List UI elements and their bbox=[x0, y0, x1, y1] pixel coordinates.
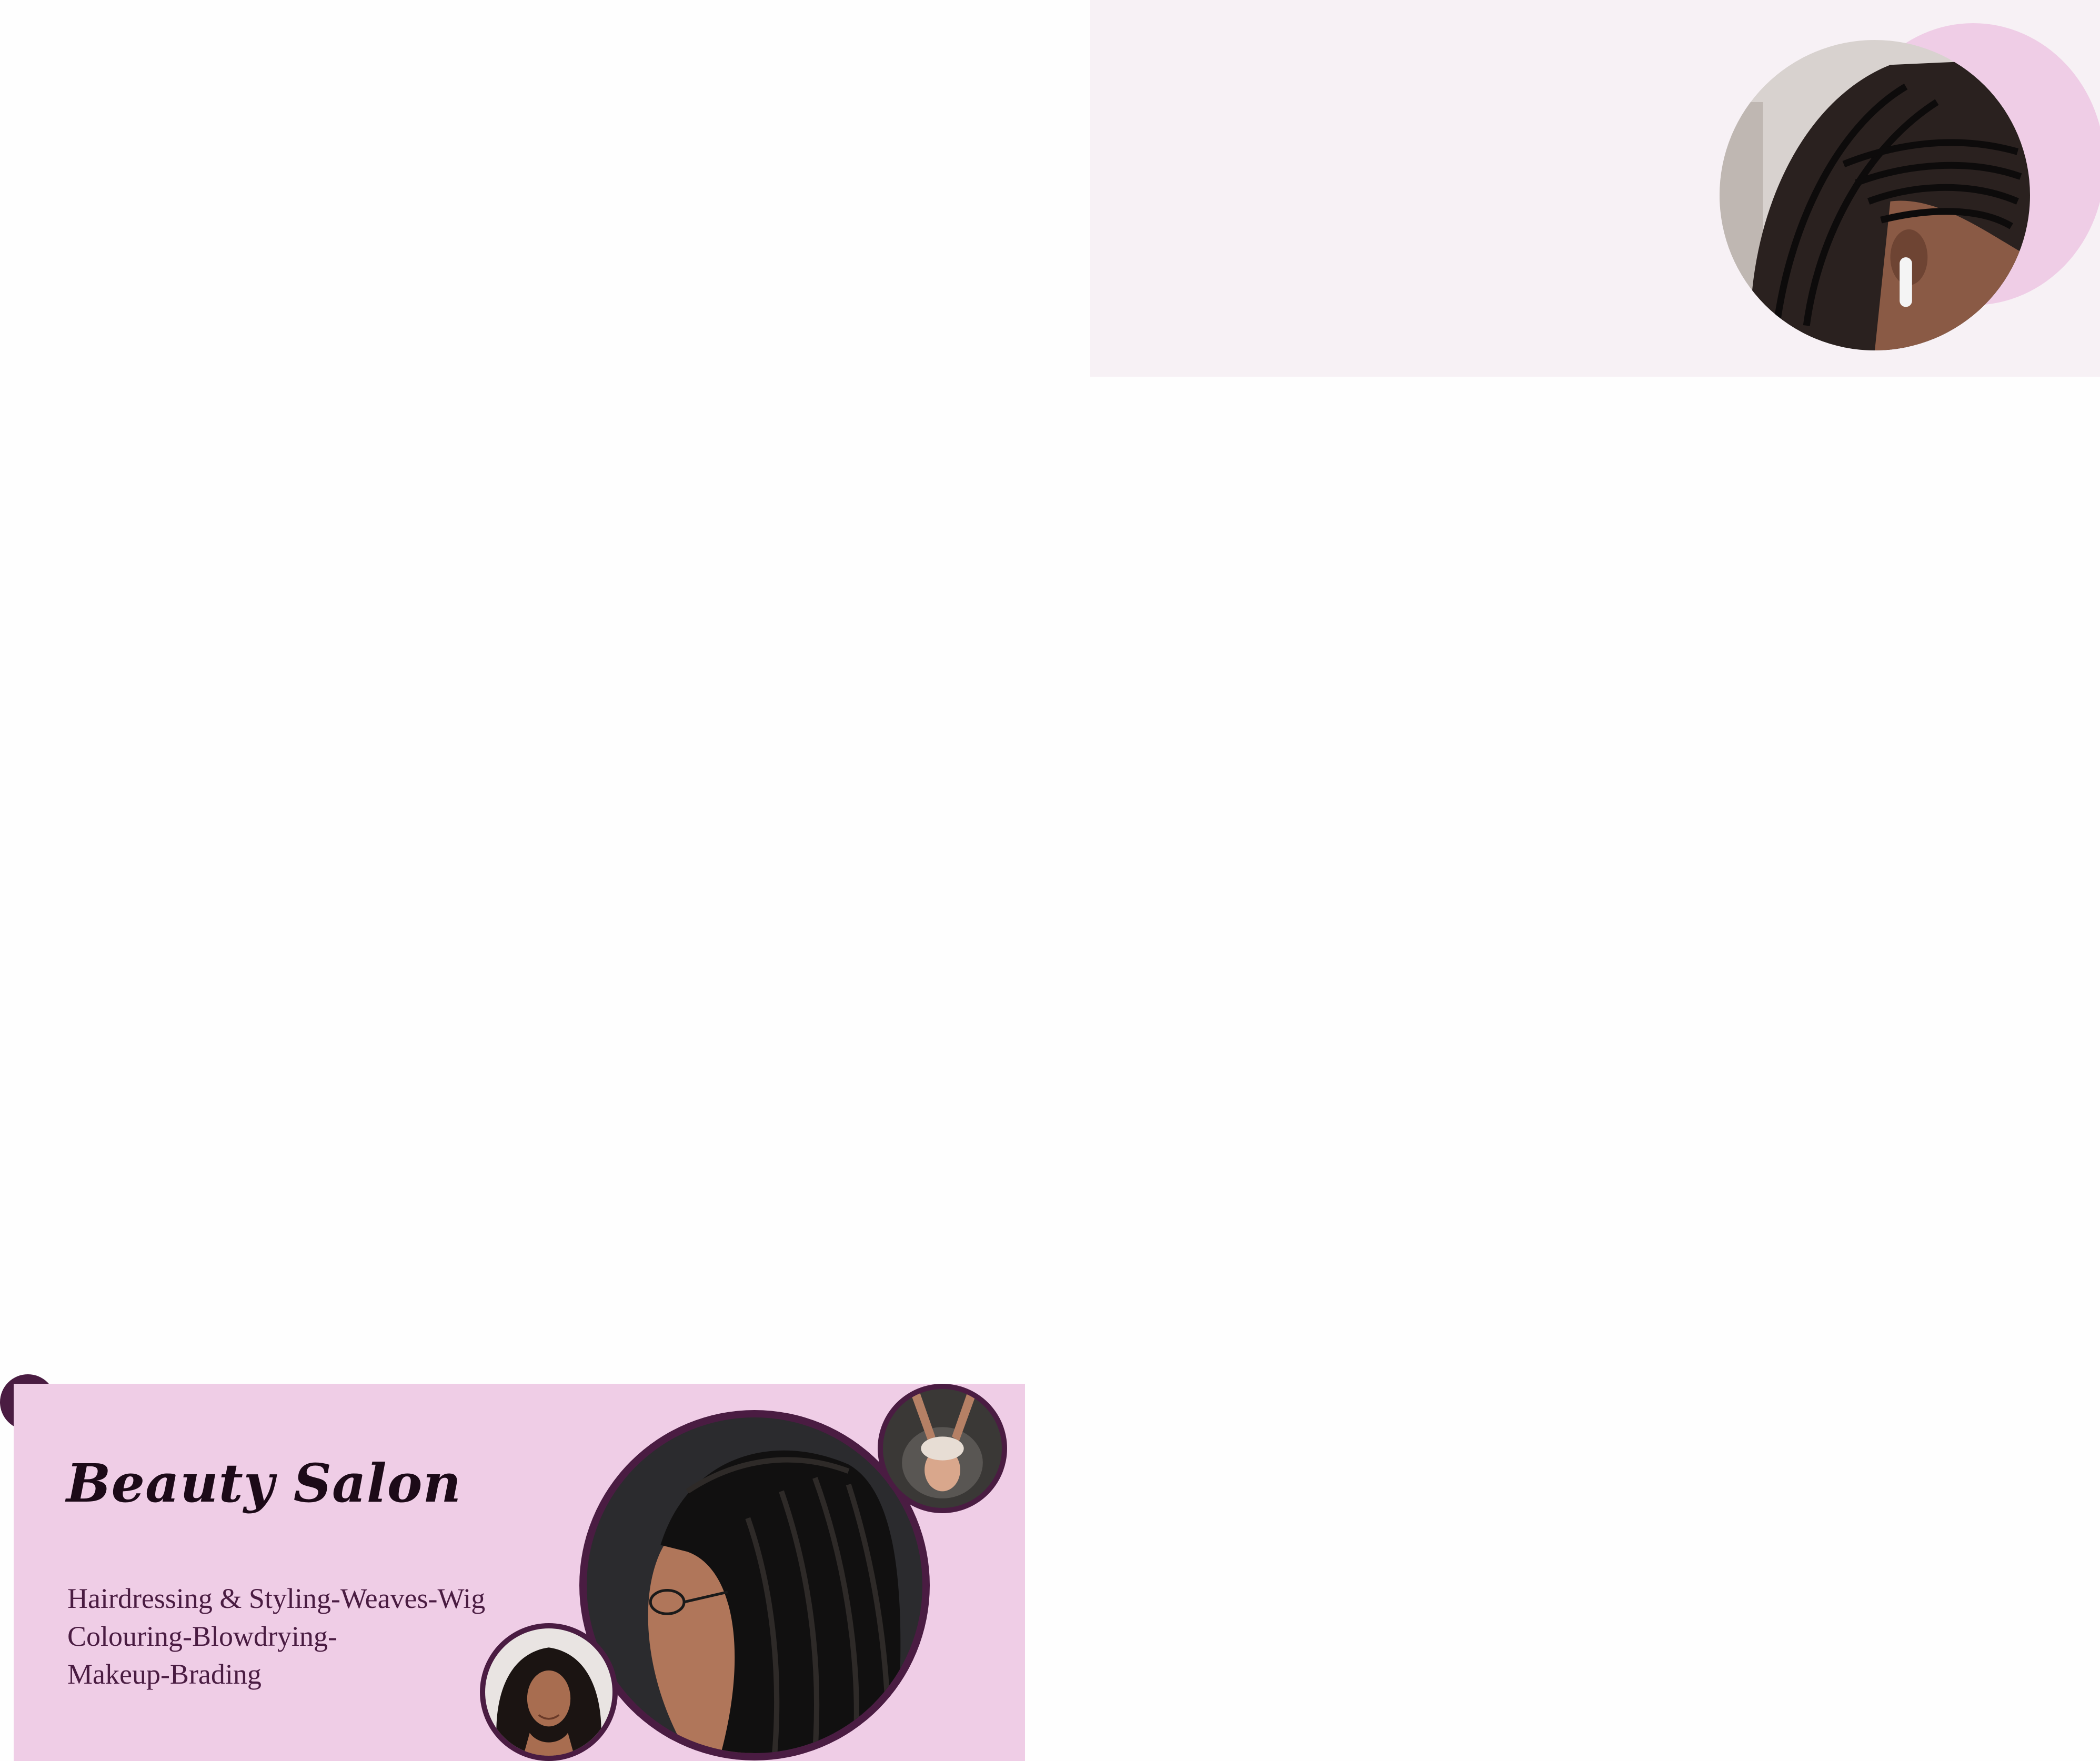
header-hero-panel bbox=[1090, 0, 2100, 377]
box-braids-profile-photo bbox=[579, 1410, 930, 1760]
cornrow-braids-photo bbox=[1720, 40, 2030, 350]
curly-hair-photo bbox=[480, 1623, 618, 1761]
services-line: Makeup-Brading bbox=[67, 1658, 262, 1690]
services-line: Colouring-Blowdrying- bbox=[67, 1621, 337, 1652]
services-line: Hairdressing & Styling-Weaves-Wig bbox=[67, 1583, 486, 1614]
beauty-salon-banner: Beauty Salon Hairdressing & Styling-Weav… bbox=[14, 1384, 1025, 1761]
banner-title: Beauty Salon bbox=[66, 1452, 462, 1514]
services-list: Hairdressing & Styling-Weaves-Wig Colour… bbox=[67, 1579, 485, 1693]
hair-wash-photo bbox=[878, 1384, 1007, 1513]
